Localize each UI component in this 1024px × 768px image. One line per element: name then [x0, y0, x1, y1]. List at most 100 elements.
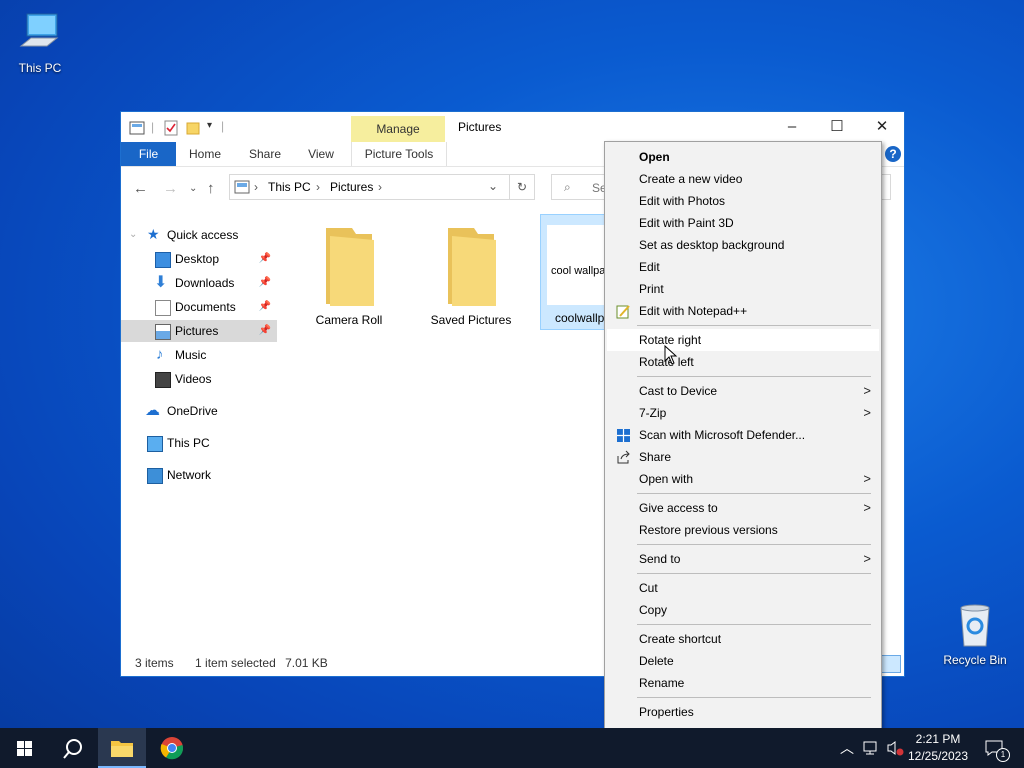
menu-cut[interactable]: Cut — [607, 577, 879, 599]
nav-this-pc[interactable]: This PC — [121, 432, 277, 454]
pin-icon: 📌 — [258, 277, 271, 288]
breadcrumb-this-pc[interactable]: This PC — [268, 180, 311, 194]
recycle-bin-desktop-icon[interactable]: Recycle Bin — [937, 602, 1013, 667]
close-button[interactable]: ✕ — [859, 112, 905, 142]
clock-date[interactable]: 12/25/2023 — [906, 749, 970, 763]
minimize-button[interactable]: – — [769, 112, 815, 142]
up-arrow-icon[interactable]: ↑ — [207, 180, 215, 197]
menu-scan-defender[interactable]: Scan with Microsoft Defender... — [607, 424, 879, 446]
tray-overflow-chevron-icon[interactable]: ︿ — [840, 738, 854, 758]
menu-edit-notepadpp[interactable]: Edit with Notepad++ — [607, 300, 879, 322]
nav-label: Desktop — [175, 252, 220, 266]
menu-edit[interactable]: Edit — [607, 256, 879, 278]
computer-icon — [147, 436, 163, 452]
start-button[interactable] — [0, 728, 48, 768]
volume-muted-icon[interactable] — [886, 740, 904, 756]
file-label: coolwallp — [555, 311, 605, 325]
folder-camera-roll[interactable]: Camera Roll — [299, 226, 399, 327]
clock-time[interactable]: 2:21 PM — [906, 732, 970, 746]
nav-quick-access[interactable]: ⌄ ★ Quick access — [121, 224, 277, 246]
maximize-button[interactable]: ☐ — [814, 112, 860, 142]
tab-share[interactable]: Share — [243, 142, 287, 166]
nav-label: OneDrive — [167, 404, 218, 418]
menu-delete[interactable]: Delete — [607, 650, 879, 672]
file-coolwallpaper[interactable]: cool wallpa coolwallp — [540, 214, 608, 330]
menu-send-to[interactable]: Send to > — [607, 548, 879, 570]
pictures-folder-icon — [234, 180, 250, 194]
menu-restore-versions[interactable]: Restore previous versions — [607, 519, 879, 541]
selection-count: 1 item selected — [195, 656, 276, 670]
back-arrow-icon[interactable]: ← — [133, 180, 148, 197]
recent-locations-icon[interactable]: ⌄ — [189, 183, 197, 194]
nav-videos[interactable]: Videos — [121, 368, 277, 390]
manage-tab[interactable]: Manage — [351, 116, 445, 143]
nav-label: Network — [167, 468, 212, 482]
breadcrumb-pictures[interactable]: Pictures — [330, 180, 373, 194]
nav-desktop[interactable]: Desktop 📌 — [121, 248, 277, 270]
menu-cast-to-device[interactable]: Cast to Device > — [607, 380, 879, 402]
menu-7zip[interactable]: 7-Zip > — [607, 402, 879, 424]
nav-pictures[interactable]: Pictures 📌 — [121, 320, 277, 342]
tab-home[interactable]: Home — [183, 142, 227, 166]
nav-label: Videos — [175, 372, 212, 386]
notification-badge: 1 — [996, 748, 1010, 762]
folder-saved-pictures[interactable]: Saved Pictures — [421, 226, 521, 327]
properties-icon[interactable] — [163, 120, 179, 136]
image-thumbnail: cool wallpa — [547, 225, 607, 305]
file-explorer-taskbar-button[interactable] — [98, 728, 146, 768]
forward-arrow-icon[interactable]: → — [163, 180, 178, 197]
submenu-arrow-icon: > — [863, 471, 871, 486]
mouse-cursor-icon — [664, 345, 678, 365]
address-dropdown-icon[interactable]: ⌄ — [488, 179, 498, 193]
new-folder-icon[interactable] — [185, 120, 201, 136]
search-button[interactable] — [48, 728, 96, 768]
help-icon[interactable]: ? — [885, 146, 901, 162]
menu-rotate-right[interactable]: Rotate right — [607, 329, 879, 351]
nav-network[interactable]: Network — [121, 464, 277, 486]
tab-file[interactable]: File — [121, 142, 176, 166]
folder-icon — [326, 228, 374, 306]
nav-label: Quick access — [167, 228, 239, 242]
tab-view[interactable]: View — [299, 142, 343, 166]
windows-logo-icon — [17, 741, 32, 756]
network-icon[interactable] — [862, 740, 880, 756]
search-icon: ⌕ — [564, 180, 571, 194]
address-bar[interactable]: › This PC › Pictures › ⌄ — [229, 174, 535, 200]
collapse-chevron-icon[interactable]: ⌄ — [129, 224, 137, 246]
menu-print[interactable]: Print — [607, 278, 879, 300]
share-icon — [617, 450, 630, 464]
menu-properties[interactable]: Properties — [607, 701, 879, 723]
customize-qa-icon[interactable]: ▾ — [207, 120, 212, 131]
cloud-icon: ☁ — [145, 402, 160, 419]
this-pc-desktop-icon[interactable]: This PC — [2, 10, 78, 75]
network-icon — [147, 468, 163, 484]
navigation-pane: ⌄ ★ Quick access Desktop 📌 ⬇ Downloads 📌… — [121, 220, 281, 600]
menu-edit-photos[interactable]: Edit with Photos — [607, 190, 879, 212]
nav-downloads[interactable]: ⬇ Downloads 📌 — [121, 272, 277, 294]
menu-set-background[interactable]: Set as desktop background — [607, 234, 879, 256]
film-icon — [155, 372, 171, 388]
menu-separator — [637, 325, 871, 326]
chrome-taskbar-button[interactable] — [148, 728, 196, 768]
nav-onedrive[interactable]: ☁ OneDrive — [121, 400, 277, 422]
menu-give-access[interactable]: Give access to > — [607, 497, 879, 519]
defender-shield-icon — [617, 429, 630, 442]
tab-picture-tools[interactable]: Picture Tools — [351, 142, 447, 166]
nav-documents[interactable]: Documents 📌 — [121, 296, 277, 318]
submenu-arrow-icon: > — [863, 405, 871, 420]
menu-rotate-left[interactable]: Rotate left — [607, 351, 879, 373]
large-icons-view-icon[interactable] — [881, 655, 901, 673]
menu-open-with[interactable]: Open with > — [607, 468, 879, 490]
menu-rename[interactable]: Rename — [607, 672, 879, 694]
menu-copy[interactable]: Copy — [607, 599, 879, 621]
menu-share[interactable]: Share — [607, 446, 879, 468]
menu-create-shortcut[interactable]: Create shortcut — [607, 628, 879, 650]
desktop-icon — [155, 252, 171, 268]
notepadpp-icon — [616, 305, 630, 319]
refresh-button[interactable]: ↻ — [509, 174, 535, 200]
submenu-arrow-icon: > — [863, 500, 871, 515]
menu-open[interactable]: Open — [607, 146, 879, 168]
menu-edit-paint3d[interactable]: Edit with Paint 3D — [607, 212, 879, 234]
menu-create-video[interactable]: Create a new video — [607, 168, 879, 190]
nav-music[interactable]: ♪ Music — [121, 344, 277, 366]
